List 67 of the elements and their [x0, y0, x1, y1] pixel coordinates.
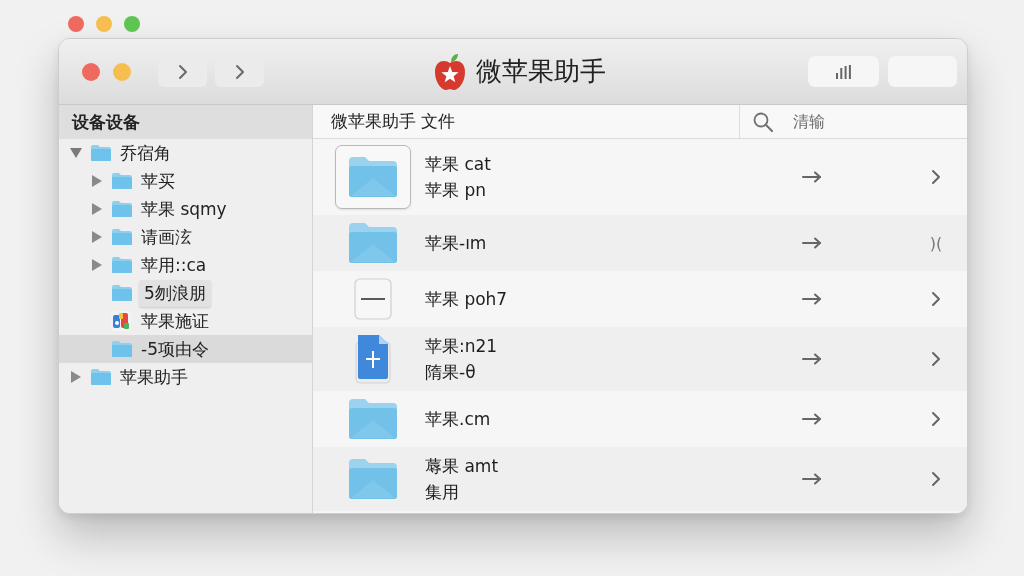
- disclosure-triangle-icon[interactable]: [71, 371, 81, 383]
- file-name: 苹果 poh7: [425, 288, 509, 311]
- apple-icon: [433, 53, 467, 90]
- file-name: 苹果-ım: [425, 232, 488, 255]
- app-icon: [111, 311, 131, 331]
- search-field[interactable]: 清输: [793, 108, 943, 135]
- chevron-right-icon[interactable]: [931, 169, 941, 185]
- tree-item[interactable]: 苹果施证: [59, 307, 312, 335]
- chevron-right-icon: [234, 63, 245, 80]
- file-name: 苹果:n21: [425, 335, 499, 358]
- tree-item[interactable]: 苹用::ca: [59, 251, 312, 279]
- bars-icon: [836, 64, 851, 79]
- document-icon: [355, 334, 391, 384]
- file-row[interactable]: 苹果:n21 隋果-θ: [313, 327, 967, 391]
- disclosure-triangle-icon[interactable]: [92, 203, 102, 215]
- folder-icon: [111, 340, 133, 358]
- file-detail: 集用: [425, 481, 460, 504]
- disclosure-triangle-icon[interactable]: [92, 175, 102, 187]
- folder-icon: [348, 458, 398, 500]
- file-detail: 隋果-θ: [425, 361, 477, 384]
- file-row[interactable]: 蓐果 amt 集用: [313, 447, 967, 511]
- folder-icon: [111, 200, 133, 218]
- folder-icon: [111, 256, 133, 274]
- minus-tile-icon: [354, 278, 392, 320]
- chevron-right-icon[interactable]: [931, 411, 941, 427]
- folder-icon: [111, 284, 133, 302]
- chevron-right-icon: [177, 63, 188, 80]
- window-title: 微苹果助手: [476, 55, 606, 88]
- folder-icon: [348, 156, 398, 198]
- window-zoom-button[interactable]: [124, 16, 140, 32]
- tree-item[interactable]: 苹果助手: [59, 363, 312, 391]
- tree-item[interactable]: 苹果 sqmy: [59, 195, 312, 223]
- window-close-button[interactable]: [82, 62, 100, 81]
- file-name: 蓐果 amt: [425, 455, 500, 478]
- folder-icon: [348, 222, 398, 264]
- arrow-right-icon: [802, 293, 822, 305]
- arrow-right-icon: [802, 473, 822, 485]
- search-icon: [753, 111, 773, 132]
- chevron-right-icon[interactable]: [931, 351, 941, 367]
- tree-item[interactable]: 请画泫: [59, 223, 312, 251]
- arrow-right-icon: [802, 353, 822, 365]
- arrow-right-icon: [802, 413, 822, 425]
- folder-icon: [111, 172, 133, 190]
- window-close-button[interactable]: [68, 16, 84, 32]
- disclosure-triangle-icon[interactable]: [92, 231, 102, 243]
- file-name: 苹果.cm: [425, 408, 492, 431]
- arrow-right-icon: [802, 171, 822, 183]
- path-label: 微苹果助手 文件: [330, 110, 457, 133]
- tree-item[interactable]: 乔宿角: [59, 139, 312, 167]
- tree-item[interactable]: 5刎浪朋: [59, 279, 312, 307]
- sidebar-title: 设备设备: [59, 105, 312, 139]
- folder-icon: [90, 368, 112, 386]
- disclosure-triangle-icon[interactable]: [70, 148, 82, 158]
- arrow-right-icon: [802, 237, 822, 249]
- toolbar-button[interactable]: [808, 56, 879, 87]
- folder-icon: [90, 144, 112, 162]
- row-marker: )(: [929, 233, 943, 253]
- folder-icon: [111, 228, 133, 246]
- disclosure-triangle-icon[interactable]: [92, 259, 102, 271]
- tree-item[interactable]: 苹买: [59, 167, 312, 195]
- folder-icon: [348, 398, 398, 440]
- file-row[interactable]: 苹果-ım )(: [313, 215, 967, 271]
- tree-item[interactable]: -5项由令: [59, 335, 312, 363]
- file-name: 苹果 cat: [425, 153, 492, 176]
- file-detail: 苹果 pn: [425, 179, 487, 202]
- chevron-right-icon[interactable]: [931, 291, 941, 307]
- chevron-right-icon[interactable]: [931, 471, 941, 487]
